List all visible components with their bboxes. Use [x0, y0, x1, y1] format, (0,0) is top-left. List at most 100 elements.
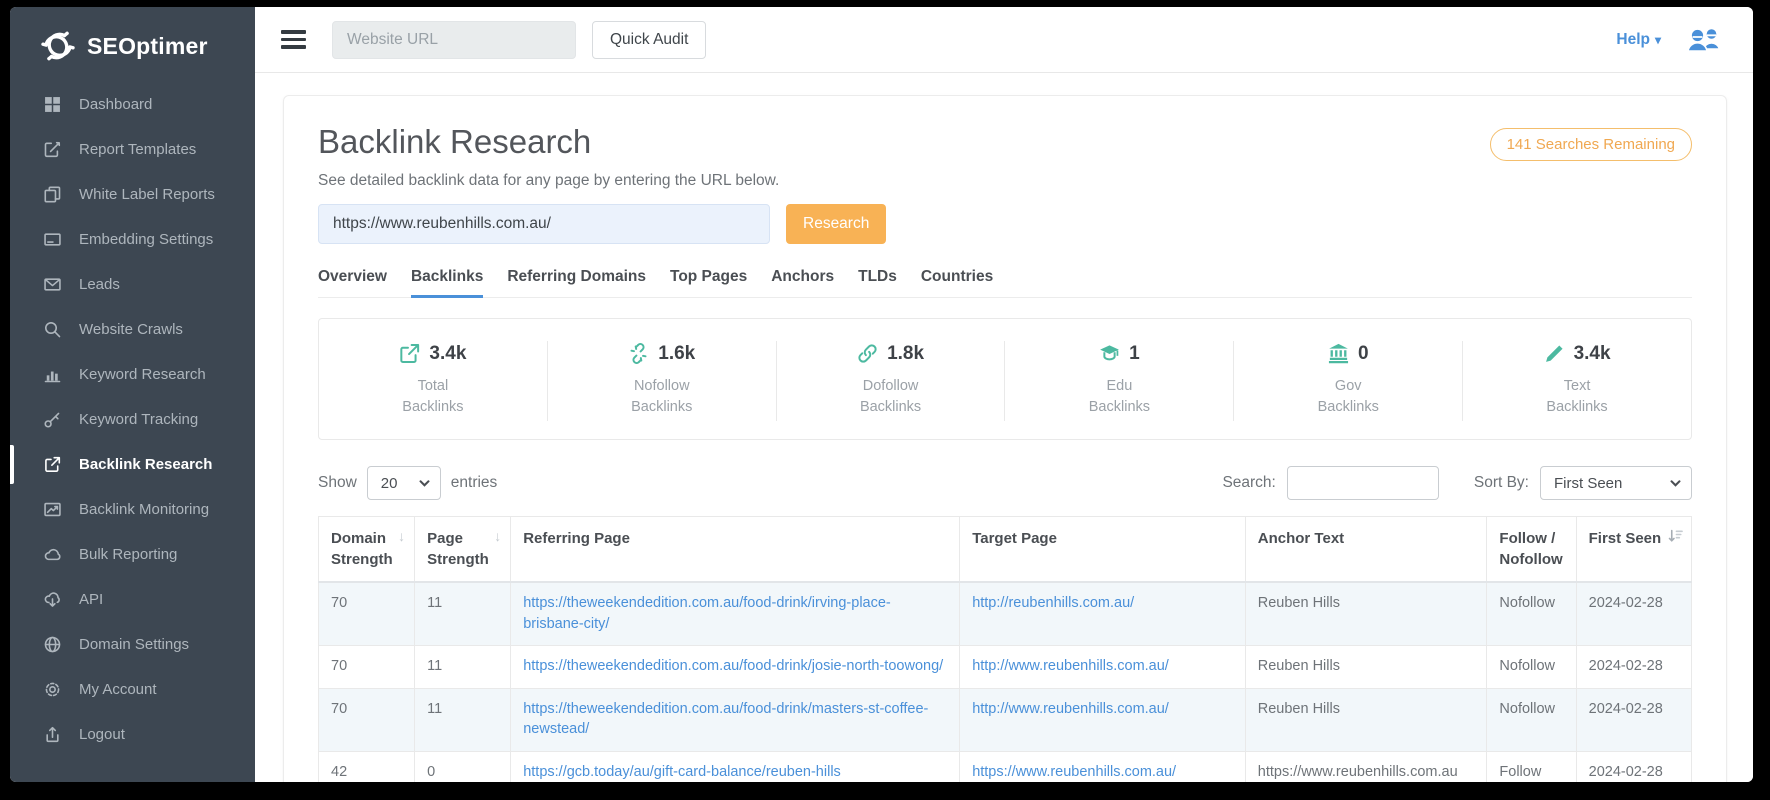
cell-first-seen: 2024-02-28: [1576, 582, 1691, 646]
graduation-cap-icon: [1099, 343, 1120, 364]
target-page-link[interactable]: https://www.reubenhills.com.au/: [972, 764, 1176, 780]
tab-overview[interactable]: Overview: [318, 268, 387, 298]
sort-by-select[interactable]: First Seen: [1540, 466, 1692, 500]
sidebar: SEOptimer Dashboard Report Templates Whi…: [10, 7, 255, 782]
sidebar-item-dashboard[interactable]: Dashboard: [10, 82, 255, 127]
sidebar-item-website-crawls[interactable]: Website Crawls: [10, 307, 255, 352]
sidebar-item-leads[interactable]: Leads: [10, 262, 255, 307]
stat-item: 1 EduBacklinks: [1005, 341, 1234, 422]
table-row: 420https://gcb.today/au/gift-card-balanc…: [319, 751, 1692, 782]
cell-first-seen: 2024-02-28: [1576, 751, 1691, 782]
cell-referring-page: https://theweekendedition.com.au/food-dr…: [511, 688, 960, 751]
stat-value: 1.6k: [658, 343, 695, 365]
brand-logo[interactable]: SEOptimer: [10, 7, 255, 82]
cell-target-page: http://www.reubenhills.com.au/: [960, 688, 1246, 751]
website-url-input[interactable]: [332, 21, 576, 59]
sidebar-item-keyword-tracking[interactable]: Keyword Tracking: [10, 397, 255, 442]
cell-follow: Follow: [1487, 751, 1576, 782]
cell-referring-page: https://theweekendedition.com.au/food-dr…: [511, 646, 960, 689]
tab-backlinks[interactable]: Backlinks: [411, 268, 483, 298]
stat-item: 1.6k NofollowBacklinks: [548, 341, 777, 422]
magnifier-icon: [43, 321, 61, 339]
sidebar-item-white-label-reports[interactable]: White Label Reports: [10, 172, 255, 217]
stat-value: 3.4k: [1574, 343, 1611, 365]
hamburger-menu-icon[interactable]: [281, 30, 306, 49]
column-header-referring-page[interactable]: Referring Page: [511, 517, 960, 583]
column-header-follow-nofollow[interactable]: Follow / Nofollow: [1487, 517, 1576, 583]
sidebar-item-backlink-research[interactable]: Backlink Research: [10, 442, 255, 487]
bar-chart-icon: [43, 366, 61, 384]
sidebar-item-bulk-reporting[interactable]: Bulk Reporting: [10, 532, 255, 577]
sidebar-item-my-account[interactable]: My Account: [10, 667, 255, 712]
tabs-bar: Overview Backlinks Referring Domains Top Pa…: [318, 268, 1692, 298]
sidebar-item-report-templates[interactable]: Report Templates: [10, 127, 255, 172]
cell-domain-strength: 70: [319, 582, 415, 646]
referring-page-link[interactable]: https://theweekendedition.com.au/food-dr…: [523, 658, 943, 674]
sort-amount-icon: [1668, 529, 1683, 543]
help-label: Help: [1616, 31, 1650, 49]
main-area: Quick Audit Help ▾: [255, 7, 1753, 782]
sidebar-item-keyword-research[interactable]: Keyword Research: [10, 352, 255, 397]
help-menu[interactable]: Help ▾: [1616, 31, 1661, 49]
stat-value: 1: [1129, 343, 1140, 365]
globe-icon: [43, 636, 61, 654]
quick-audit-button[interactable]: Quick Audit: [592, 21, 706, 59]
table-header-row: Domain Strength↓Page Strength↓Referring …: [319, 517, 1692, 583]
sidebar-item-api[interactable]: API: [10, 577, 255, 622]
broken-link-icon: [628, 343, 649, 364]
tab-top-pages[interactable]: Top Pages: [670, 268, 747, 298]
referring-page-link[interactable]: https://theweekendedition.com.au/food-dr…: [523, 701, 928, 738]
sidebar-item-backlink-monitoring[interactable]: Backlink Monitoring: [10, 487, 255, 532]
cell-page-strength: 11: [415, 582, 511, 646]
target-page-link[interactable]: http://www.reubenhills.com.au/: [972, 658, 1169, 674]
dashboard-icon: [43, 96, 61, 114]
referring-page-link[interactable]: https://gcb.today/au/gift-card-balance/r…: [523, 764, 841, 780]
chart-line-icon: [43, 501, 61, 519]
table-controls: Show 20 entries Search: Sort By:: [318, 466, 1692, 500]
search-label: Search:: [1222, 474, 1275, 492]
column-header-page-strength[interactable]: Page Strength↓: [415, 517, 511, 583]
cell-follow: Nofollow: [1487, 646, 1576, 689]
page-size-select[interactable]: 20: [367, 466, 441, 500]
referring-page-link[interactable]: https://theweekendedition.com.au/food-dr…: [523, 595, 891, 632]
cell-page-strength: 0: [415, 751, 511, 782]
page-subtitle: See detailed backlink data for any page …: [318, 172, 1692, 190]
stat-label: TextBacklinks: [1463, 376, 1691, 420]
column-header-anchor-text[interactable]: Anchor Text: [1245, 517, 1487, 583]
cell-target-page: http://reubenhills.com.au/: [960, 582, 1246, 646]
target-page-link[interactable]: http://www.reubenhills.com.au/: [972, 701, 1169, 717]
chevron-down-icon: ▾: [1655, 33, 1661, 47]
report-templates-icon: [43, 141, 61, 159]
cell-anchor-text: https://www.reubenhills.com.au: [1245, 751, 1487, 782]
cell-follow: Nofollow: [1487, 688, 1576, 751]
cell-first-seen: 2024-02-28: [1576, 646, 1691, 689]
cell-page-strength: 11: [415, 688, 511, 751]
target-page-link[interactable]: http://reubenhills.com.au/: [972, 595, 1134, 611]
sidebar-nav: Dashboard Report Templates White Label R…: [10, 82, 255, 757]
stat-value: 3.4k: [429, 343, 466, 365]
stat-value: 1.8k: [887, 343, 924, 365]
column-header-first-seen[interactable]: First Seen: [1576, 517, 1691, 583]
sort-arrow-icon: ↓: [398, 527, 405, 547]
table-search-input[interactable]: [1287, 466, 1439, 500]
sidebar-item-embedding-settings[interactable]: Embedding Settings: [10, 217, 255, 262]
users-icon[interactable]: [1685, 26, 1723, 53]
show-label: Show: [318, 474, 357, 492]
cell-target-page: https://www.reubenhills.com.au/: [960, 751, 1246, 782]
tab-countries[interactable]: Countries: [921, 268, 993, 298]
entries-label: entries: [451, 474, 498, 492]
stat-label: DofollowBacklinks: [777, 376, 1005, 420]
sidebar-item-domain-settings[interactable]: Domain Settings: [10, 622, 255, 667]
tab-anchors[interactable]: Anchors: [771, 268, 834, 298]
backlink-url-input[interactable]: [318, 204, 770, 244]
tab-tlds[interactable]: TLDs: [858, 268, 897, 298]
research-button[interactable]: Research: [786, 204, 886, 244]
sort-arrow-icon: ↓: [494, 527, 501, 547]
searches-remaining-badge: 141 Searches Remaining: [1490, 128, 1692, 161]
column-header-domain-strength[interactable]: Domain Strength↓: [319, 517, 415, 583]
chevron-down-icon: [419, 480, 430, 487]
stats-panel: 3.4k TotalBacklinks 1.6k NofollowBacklin…: [318, 318, 1692, 441]
sidebar-item-logout[interactable]: Logout: [10, 712, 255, 757]
column-header-target-page[interactable]: Target Page: [960, 517, 1246, 583]
tab-referring-domains[interactable]: Referring Domains: [507, 268, 646, 298]
